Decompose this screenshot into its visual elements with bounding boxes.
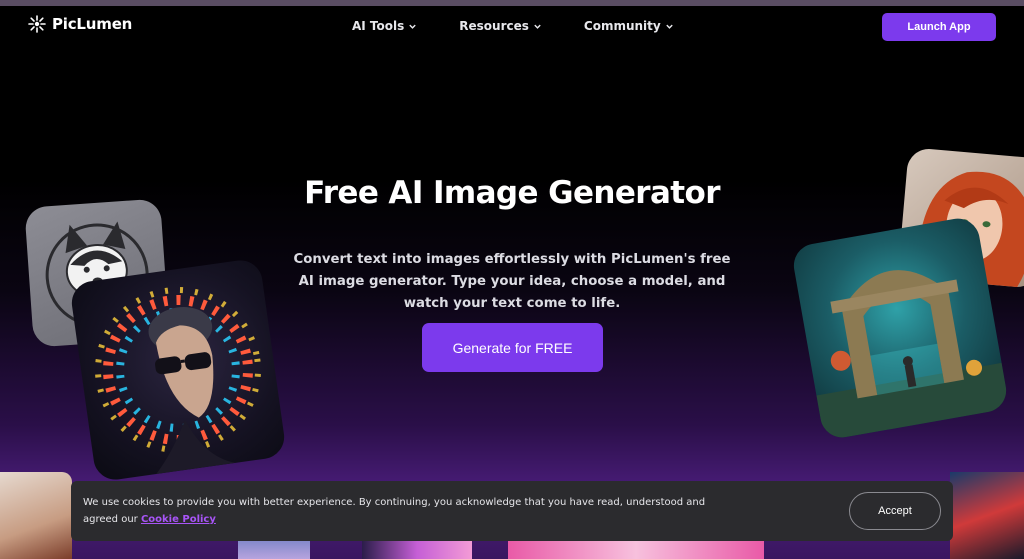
cookie-policy-link[interactable]: Cookie Policy — [141, 514, 216, 525]
chevron-down-icon — [409, 24, 416, 29]
underwater-ruins-image — [790, 215, 1010, 441]
nav-community-label: Community — [583, 19, 661, 33]
cookie-message: We use cookies to provide you with bette… — [83, 494, 723, 528]
site-header: PicLumen AI Tools Resources Community La… — [0, 6, 1024, 50]
nav-community[interactable]: Community — [584, 19, 674, 33]
chevron-down-icon — [534, 24, 541, 29]
launch-app-button[interactable]: Launch App — [882, 13, 996, 41]
generate-free-button[interactable]: Generate for FREE — [422, 323, 603, 372]
nav-resources-label: Resources — [459, 19, 529, 33]
piclumen-logo-icon — [28, 15, 46, 33]
chevron-down-icon — [666, 24, 673, 29]
accept-cookies-button[interactable]: Accept — [849, 492, 941, 530]
nav-resources[interactable]: Resources — [459, 19, 542, 33]
hero-title: Free AI Image Generator — [304, 175, 720, 211]
hero-subtitle: Convert text into images effortlessly wi… — [293, 252, 731, 311]
nav-ai-tools-label: AI Tools — [352, 19, 405, 33]
neon-portrait-image — [69, 257, 287, 483]
brand-name: PicLumen — [52, 15, 133, 33]
brand-logo[interactable]: PicLumen — [28, 15, 132, 33]
main-nav: AI Tools Resources Community — [352, 19, 716, 33]
cookie-banner: We use cookies to provide you with bette… — [71, 481, 953, 541]
gallery-image-1 — [0, 472, 72, 559]
gallery-image-5 — [950, 472, 1024, 559]
nav-ai-tools[interactable]: AI Tools — [352, 19, 417, 33]
